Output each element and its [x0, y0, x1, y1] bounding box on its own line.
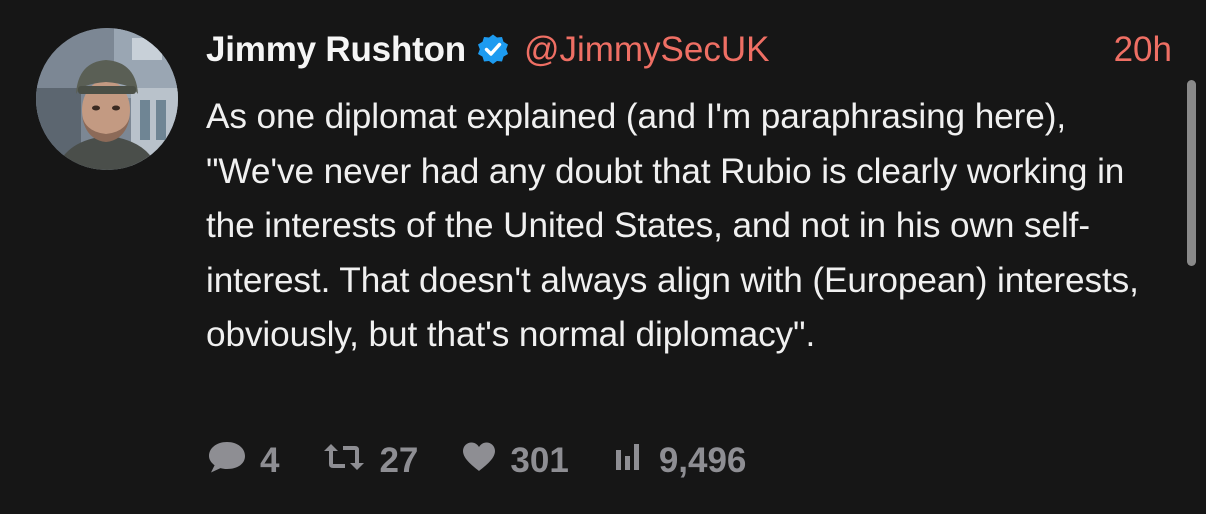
heart-icon [460, 440, 498, 483]
tweet[interactable]: Jimmy Rushton @JimmySecUK 20h As one dip… [0, 0, 1206, 514]
bar-chart-icon [611, 440, 647, 483]
like-button[interactable]: 301 [460, 440, 569, 483]
verified-badge-icon [476, 33, 510, 67]
view-count: 9,496 [658, 441, 747, 480]
author-name[interactable]: Jimmy Rushton [206, 30, 466, 70]
scrollbar[interactable] [1187, 80, 1196, 266]
tweet-actions: 4 27 301 9,496 [206, 436, 788, 486]
author-handle[interactable]: @JimmySecUK [524, 30, 770, 70]
avatar[interactable] [36, 28, 178, 170]
tweet-text: As one diplomat explained (and I'm parap… [206, 97, 1139, 355]
retweet-button[interactable]: 27 [321, 440, 418, 483]
comment-bubble-icon [206, 439, 248, 484]
retweet-count: 27 [379, 441, 419, 480]
tweet-header: Jimmy Rushton @JimmySecUK 20h [206, 26, 1172, 74]
retweet-icon [321, 440, 367, 483]
timestamp[interactable]: 20h [1114, 30, 1172, 70]
like-count: 301 [510, 441, 569, 480]
views-button[interactable]: 9,496 [611, 440, 747, 483]
reply-button[interactable]: 4 [206, 439, 279, 484]
reply-count: 4 [260, 441, 280, 480]
